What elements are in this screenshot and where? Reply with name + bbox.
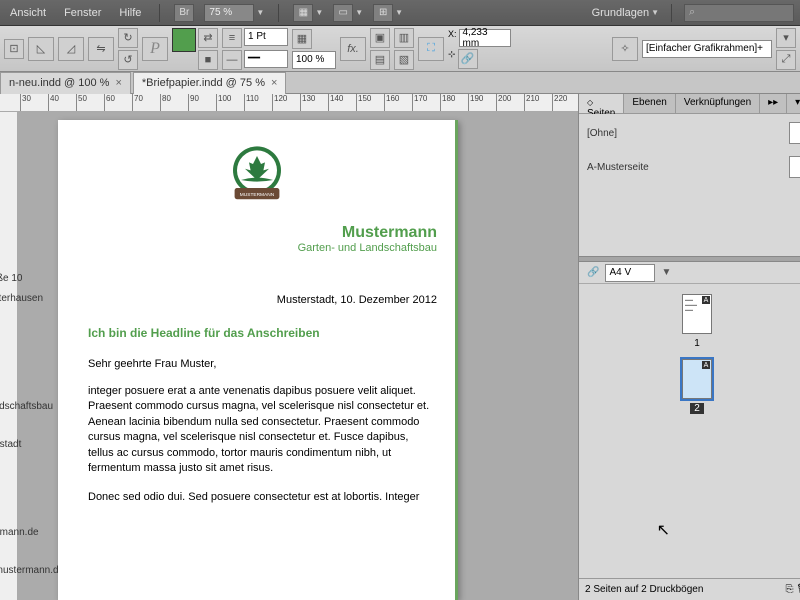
wrap-2[interactable]: ▤ xyxy=(370,50,390,70)
body-p1: integer posuere erat a ante venenatis da… xyxy=(58,370,455,476)
fill-swatch[interactable] xyxy=(172,28,196,52)
wrap-1[interactable]: ▣ xyxy=(370,28,390,48)
screen-mode[interactable]: ▭▼ xyxy=(333,4,363,22)
opacity-icon[interactable]: ▦ xyxy=(292,29,312,49)
panel-collapse[interactable]: ▸▸ xyxy=(760,94,787,113)
panel-menu[interactable]: ▾ xyxy=(776,28,796,48)
greeting: Sehr geehrte Frau Muster, xyxy=(58,340,455,370)
stroke-weight-icon: ≡ xyxy=(222,28,242,48)
link-xy[interactable]: 🔗 xyxy=(458,49,478,69)
menu-window[interactable]: Fenster xyxy=(60,4,105,22)
stroke-style-icon: — xyxy=(222,50,242,70)
date-line: Musterstadt, 10. Dezember 2012 xyxy=(58,254,455,306)
char-style[interactable]: P xyxy=(142,37,168,61)
company-name: Mustermann xyxy=(76,224,437,242)
svg-text:MUSTERMANN: MUSTERMANN xyxy=(239,192,274,198)
new-page-icon[interactable]: ⎘ xyxy=(786,584,794,595)
tool-b[interactable]: ◿ xyxy=(58,37,84,61)
close-icon[interactable]: × xyxy=(115,77,121,89)
page[interactable]: MUSTERMANN Mustermann Garten- und Landsc… xyxy=(58,120,458,600)
x-field[interactable]: 4,233 mm xyxy=(459,29,511,47)
master-none[interactable]: [Ohne] xyxy=(587,122,800,144)
page-size[interactable]: A4 V xyxy=(605,264,655,282)
tab-doc-1[interactable]: n-neu.indd @ 100 %× xyxy=(0,72,131,94)
apply-target[interactable]: ■ xyxy=(198,50,218,70)
menu-help[interactable]: Hilfe xyxy=(115,4,145,22)
wrap-3[interactable]: ▥ xyxy=(394,28,414,48)
bridge-button[interactable]: Br xyxy=(174,4,194,22)
body-p2: Donec sed odio dui. Sed posuere consecte… xyxy=(58,476,455,505)
status-bar: 2 Seiten auf 2 Druckbögen ⎘ 🗑 xyxy=(579,578,800,600)
menu-view[interactable]: Ansicht xyxy=(6,4,50,22)
cursor-icon: ↖ xyxy=(657,520,670,540)
object-style-icon: ✧ xyxy=(612,37,638,61)
flip-h[interactable]: ⇋ xyxy=(88,37,114,61)
ruler-horizontal[interactable]: 3040506070809010011012013014015016017018… xyxy=(0,94,578,112)
thumb-page-2[interactable]: A xyxy=(682,359,712,399)
rotate-cw[interactable]: ↻ xyxy=(118,28,138,48)
pages-panel: ◇ Seiten Ebenen Verknüpfungen ▸▸ ▾≡ [Ohn… xyxy=(578,94,800,600)
master-list[interactable]: [Ohne] A-Musterseite xyxy=(579,114,800,256)
canvas: 3040506070809010011012013014015016017018… xyxy=(0,94,578,600)
view-options[interactable]: ▦▼ xyxy=(293,4,323,22)
object-style[interactable]: [Einfacher Grafikrahmen]+ xyxy=(642,40,772,58)
fit-frame[interactable]: ⛶ xyxy=(418,37,444,61)
tab-verknupf[interactable]: Verknüpfungen xyxy=(676,94,760,113)
tab-ebenen[interactable]: Ebenen xyxy=(624,94,675,113)
thumb-page-1[interactable]: A▬▬▬▬▬▬▬ xyxy=(682,294,712,334)
page-thumbnails: A▬▬▬▬▬▬▬ 1 A 2 ↖ xyxy=(579,284,800,578)
opacity[interactable]: 100 % xyxy=(292,51,336,69)
arrange[interactable]: ⊞▼ xyxy=(373,4,403,22)
stroke-weight[interactable]: 1 Pt xyxy=(244,28,288,46)
panel-menu[interactable]: ▾≡ xyxy=(787,94,800,113)
panel-close[interactable]: ⤢ xyxy=(776,50,796,70)
document-tabs: n-neu.indd @ 100 %× *Briefpapier.indd @ … xyxy=(0,72,800,94)
control-panel: ⊡ ◺ ◿ ⇋ ↻ ↺ P ⇄ ■ ≡1 Pt —━━ ▦ 100 % fx. … xyxy=(0,26,800,72)
master-a[interactable]: A-Musterseite xyxy=(587,156,800,178)
fx-button[interactable]: fx. xyxy=(340,37,366,61)
tab-seiten[interactable]: ◇ Seiten xyxy=(579,94,624,113)
ref-point[interactable]: ⊡ xyxy=(4,39,24,59)
swap-colors[interactable]: ⇄ xyxy=(198,28,218,48)
stroke-style[interactable]: ━━ xyxy=(244,50,288,68)
search-icon: ⌕ xyxy=(689,6,695,19)
zoom-dropdown[interactable]: 75 %▼ xyxy=(204,4,264,22)
wrap-4[interactable]: ▧ xyxy=(394,50,414,70)
tab-doc-2[interactable]: *Briefpapier.indd @ 75 %× xyxy=(133,72,287,94)
delete-page-icon[interactable]: 🗑 xyxy=(796,584,800,595)
rotate-ccw[interactable]: ↺ xyxy=(118,50,138,70)
close-icon[interactable]: × xyxy=(271,77,277,89)
workspace-switcher[interactable]: Grundlagen▼ xyxy=(592,7,659,19)
company-subtitle: Garten- und Landschaftsbau xyxy=(76,242,437,254)
offpage-text: ter raße 10 usterhausen andschaftsbau te… xyxy=(0,232,64,600)
company-logo: MUSTERMANN xyxy=(217,140,297,220)
search-input[interactable]: ⌕ xyxy=(684,4,794,22)
headline: Ich bin die Headline für das Anschreiben xyxy=(58,306,455,340)
menubar: Ansicht Fenster Hilfe Br 75 %▼ ▦▼ ▭▼ ⊞▼ … xyxy=(0,0,800,26)
link-icon[interactable]: 🔗 xyxy=(587,267,599,278)
tool-a[interactable]: ◺ xyxy=(28,37,54,61)
